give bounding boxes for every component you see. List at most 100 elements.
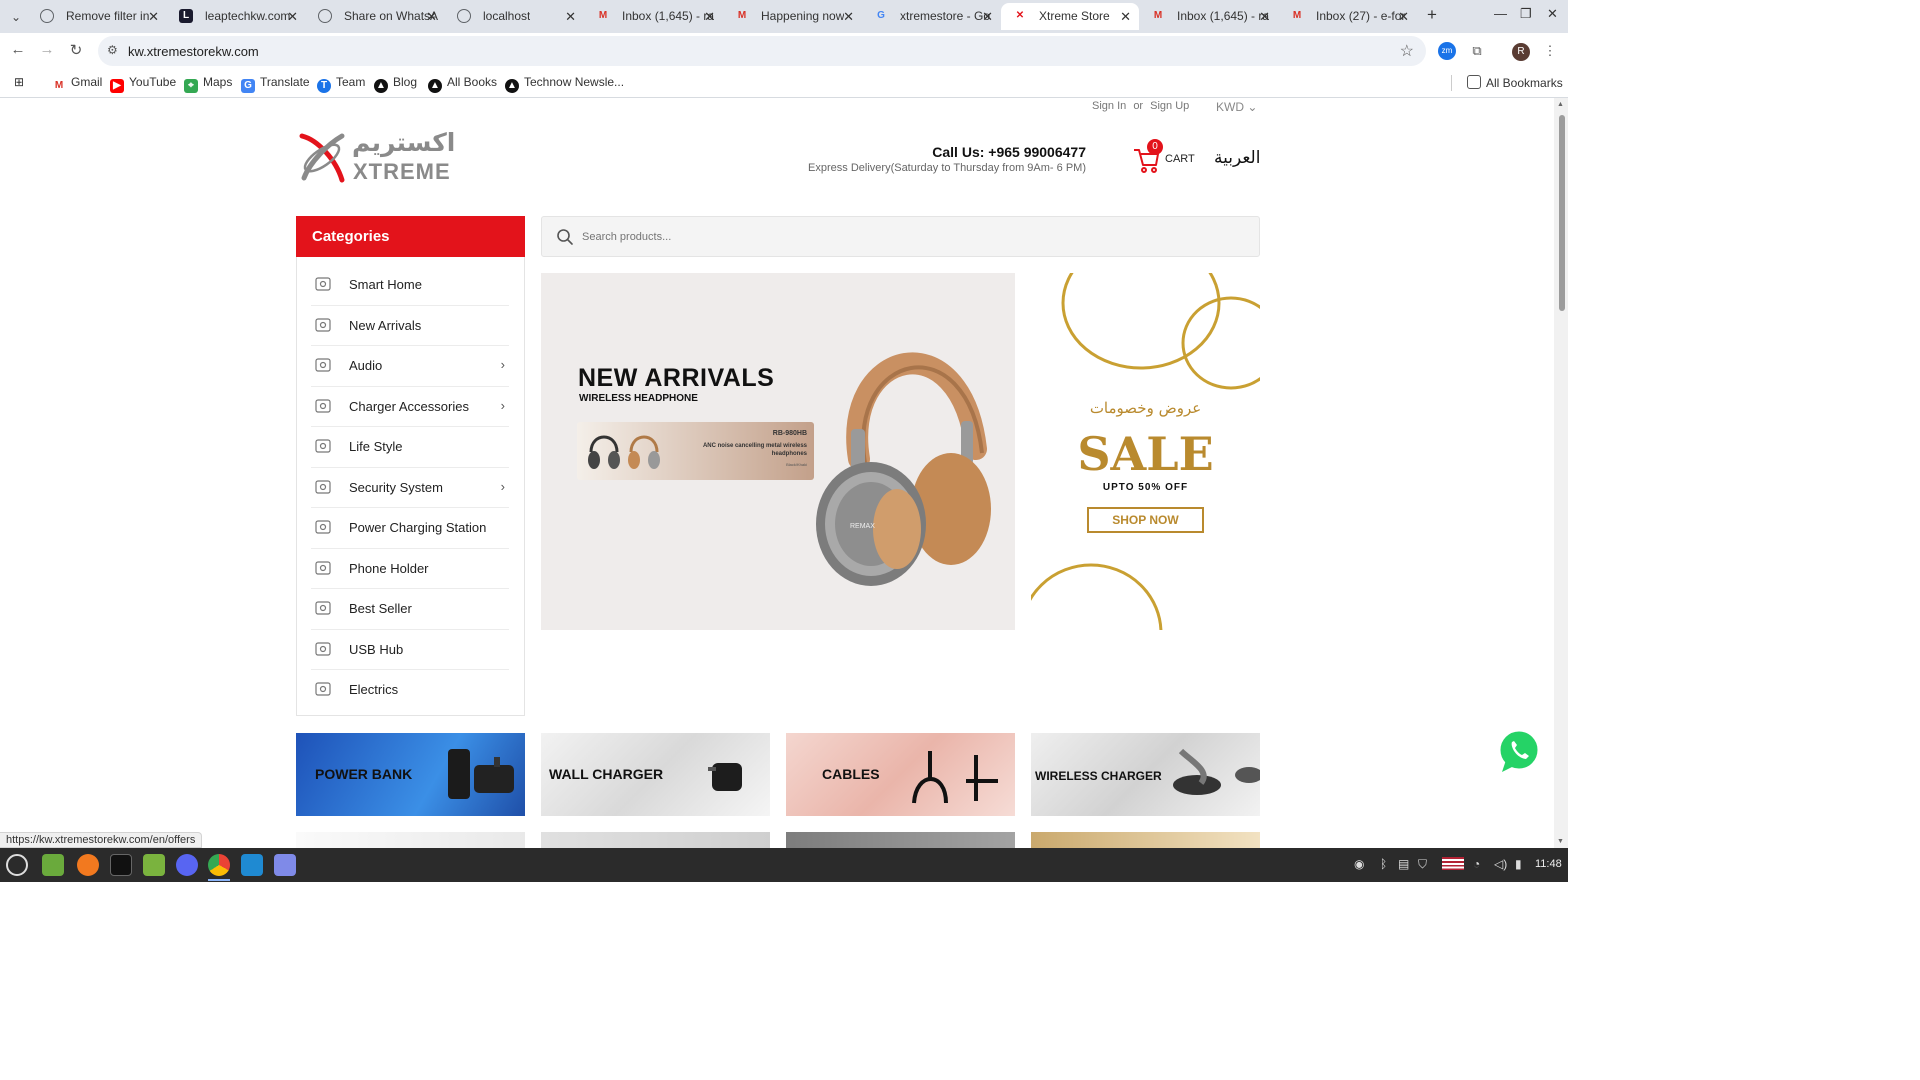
tab-search-button[interactable]: ⌄: [6, 7, 26, 27]
chrome-icon[interactable]: [208, 854, 230, 876]
folder-icon[interactable]: [143, 854, 165, 876]
currency-selector[interactable]: KWD ⌄: [1216, 100, 1257, 114]
sale-banner[interactable]: عروض وخصومات SALE UPTO 50% OFF SHOP NOW: [1031, 273, 1260, 630]
close-icon[interactable]: ✕: [1120, 3, 1131, 30]
category-item[interactable]: Best Seller: [311, 589, 509, 630]
close-icon[interactable]: ✕: [1398, 3, 1409, 30]
shield-icon[interactable]: ⛉: [1418, 857, 1427, 872]
text-editor-icon[interactable]: [274, 854, 296, 876]
us-flag-keyboard-icon[interactable]: [1442, 857, 1464, 870]
category-item[interactable]: Smart Home: [311, 265, 509, 306]
bookmark-blog[interactable]: ▲ Blog: [374, 75, 417, 93]
bookmark-all-books[interactable]: ▲ All Books: [428, 75, 497, 93]
bookmark-technow[interactable]: ▲ Technow Newsle...: [505, 75, 624, 93]
close-icon[interactable]: ✕: [843, 3, 854, 30]
tab-3[interactable]: localhost ✕: [445, 3, 584, 30]
tab-9[interactable]: M Inbox (27) - e-for ✕: [1278, 3, 1417, 30]
category-item[interactable]: Life Style: [311, 427, 509, 468]
url-text[interactable]: kw.xtremestorekw.com: [128, 44, 259, 59]
bookmark-youtube[interactable]: ▶ YouTube: [110, 75, 176, 93]
tile-row2-4[interactable]: [1031, 832, 1260, 848]
category-item[interactable]: Power Charging Station: [311, 508, 509, 549]
sign-in-link[interactable]: Sign In: [1092, 100, 1126, 112]
shop-now-button[interactable]: SHOP NOW: [1087, 507, 1204, 533]
terminal-icon[interactable]: [110, 854, 132, 876]
bookmark-star-icon[interactable]: ☆: [1400, 41, 1414, 61]
bookmark-gmail[interactable]: M Gmail: [52, 75, 103, 93]
category-item[interactable]: USB Hub: [311, 630, 509, 670]
profile-avatar[interactable]: R: [1512, 43, 1530, 61]
category-item[interactable]: Charger Accessories ›: [311, 387, 509, 427]
bookmark-team[interactable]: T Team: [317, 75, 365, 93]
close-icon[interactable]: ✕: [982, 3, 993, 30]
close-icon[interactable]: ✕: [704, 3, 715, 30]
tile-row2-2[interactable]: [541, 832, 770, 848]
category-item[interactable]: Security System ›: [311, 468, 509, 508]
close-icon[interactable]: ✕: [426, 3, 437, 30]
tab-8[interactable]: M Inbox (1,645) - ra ✕: [1139, 3, 1278, 30]
cart-button[interactable]: 0 CART: [1132, 139, 1195, 174]
wifi-icon[interactable]: ◔: [1473, 857, 1480, 871]
search-input[interactable]: [582, 228, 1242, 246]
tile-power-bank[interactable]: POWER BANK: [296, 733, 525, 816]
close-icon[interactable]: ✕: [565, 3, 576, 30]
chevron-right-icon[interactable]: ›: [501, 479, 505, 494]
bookmark-translate[interactable]: G Translate: [241, 75, 310, 93]
bluetooth-icon[interactable]: ᛒ: [1380, 857, 1387, 871]
whatsapp-icon[interactable]: [1496, 728, 1542, 774]
zoom-extension-icon[interactable]: zm: [1438, 42, 1456, 60]
scroll-up-icon[interactable]: ▲: [1557, 101, 1564, 108]
reload-icon[interactable]: ↻: [66, 41, 86, 59]
firefox-icon[interactable]: [77, 854, 99, 876]
tile-cables[interactable]: CABLES: [786, 733, 1015, 816]
battery-icon[interactable]: ▮: [1515, 857, 1522, 871]
tile-row2-1[interactable]: [296, 832, 525, 848]
close-icon[interactable]: ✕: [148, 3, 159, 30]
discord-tray-icon[interactable]: ◉: [1354, 857, 1364, 871]
tab-2[interactable]: Share on WhatsA ✕: [306, 3, 445, 30]
category-item[interactable]: New Arrivals: [311, 306, 509, 346]
menu-launcher-icon[interactable]: [6, 854, 28, 876]
site-info-icon[interactable]: ⚙: [107, 43, 118, 57]
tab-5[interactable]: M Happening now ✕: [723, 3, 862, 30]
category-item[interactable]: Electrics: [311, 670, 509, 711]
tile-wireless-charger[interactable]: WIRELESS CHARGER: [1031, 733, 1260, 816]
files-green-icon[interactable]: [42, 854, 64, 876]
forward-icon[interactable]: →: [37, 41, 57, 58]
sign-up-link[interactable]: Sign Up: [1150, 100, 1189, 112]
search-bar[interactable]: [541, 216, 1260, 257]
new-tab-button[interactable]: +: [1424, 5, 1440, 25]
close-icon[interactable]: ✕: [1259, 3, 1270, 30]
chevron-right-icon[interactable]: ›: [501, 398, 505, 413]
tab-7-active[interactable]: ✕ Xtreme Store ✕: [1001, 3, 1139, 30]
tab-0[interactable]: Remove filter in ✕: [28, 3, 167, 30]
scrollbar-thumb[interactable]: [1559, 115, 1565, 311]
tab-1[interactable]: L leaptechkw.com ✕: [167, 3, 306, 30]
hero-banner-new-arrivals[interactable]: NEW ARRIVALS WIRELESS HEADPHONE RB-980HB…: [541, 273, 1015, 630]
extensions-puzzle-icon[interactable]: ⧉: [1468, 42, 1486, 60]
search-icon[interactable]: [556, 228, 574, 246]
bookmark-maps[interactable]: ⌖ Maps: [184, 75, 232, 93]
all-bookmarks-button[interactable]: All Bookmarks: [1467, 75, 1563, 90]
language-switch[interactable]: العربية: [1214, 148, 1260, 168]
category-item[interactable]: Phone Holder: [311, 549, 509, 589]
tile-wall-charger[interactable]: WALL CHARGER: [541, 733, 770, 816]
vscode-icon[interactable]: [241, 854, 263, 876]
chevron-right-icon[interactable]: ›: [501, 357, 505, 372]
discord-icon[interactable]: [176, 854, 198, 876]
volume-icon[interactable]: ◁): [1494, 857, 1507, 871]
tab-6[interactable]: G xtremestore - Go ✕: [862, 3, 1001, 30]
site-logo[interactable]: اكستريم XTREME: [298, 128, 455, 184]
close-icon[interactable]: ✕: [287, 3, 298, 30]
apps-grid-icon[interactable]: ⊞: [14, 75, 24, 89]
address-bar[interactable]: ⚙ kw.xtremestorekw.com ☆: [98, 36, 1426, 66]
minimize-icon[interactable]: —: [1494, 6, 1507, 21]
tab-4[interactable]: M Inbox (1,645) - ra ✕: [584, 3, 723, 30]
restore-icon[interactable]: ❐: [1520, 6, 1532, 22]
more-menu-icon[interactable]: ⋮: [1541, 42, 1559, 60]
scroll-down-icon[interactable]: ▼: [1557, 838, 1564, 845]
back-icon[interactable]: ←: [8, 41, 28, 58]
clipboard-icon[interactable]: ▤: [1398, 857, 1409, 871]
window-close-icon[interactable]: ✕: [1547, 6, 1558, 22]
tile-row2-3[interactable]: [786, 832, 1015, 848]
